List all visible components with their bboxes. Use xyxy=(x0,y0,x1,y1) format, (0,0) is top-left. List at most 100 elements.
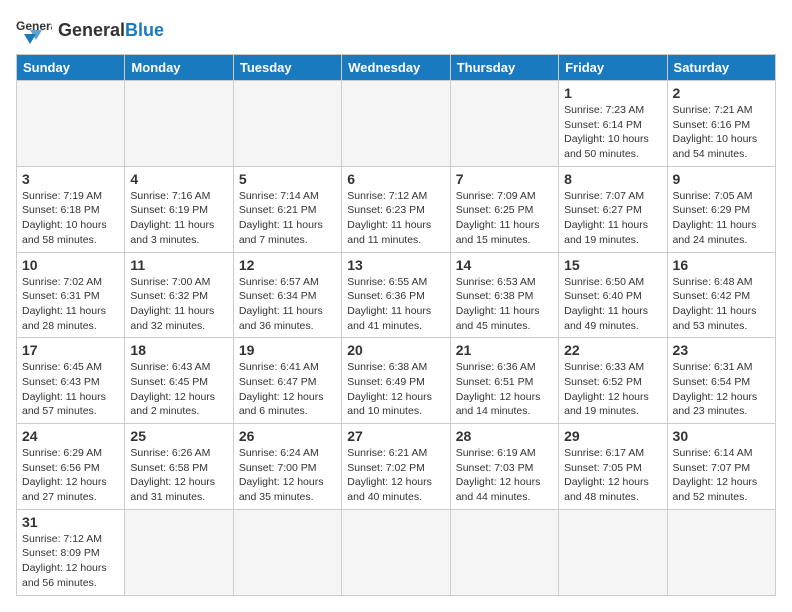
day-info: Sunrise: 7:07 AM Sunset: 6:27 PM Dayligh… xyxy=(564,189,661,248)
day-number: 7 xyxy=(456,171,553,187)
calendar-cell: 11 Sunrise: 7:00 AM Sunset: 6:32 PM Dayli… xyxy=(125,252,233,338)
calendar-cell xyxy=(342,81,450,167)
day-info: Sunrise: 6:57 AM Sunset: 6:34 PM Dayligh… xyxy=(239,275,336,334)
day-number: 30 xyxy=(673,428,770,444)
day-info: Sunrise: 6:33 AM Sunset: 6:52 PM Dayligh… xyxy=(564,360,661,419)
calendar-cell: 20Sunrise: 6:38 AM Sunset: 6:49 PM Dayli… xyxy=(342,338,450,424)
calendar-cell: 6 Sunrise: 7:12 AM Sunset: 6:23 PM Daylig… xyxy=(342,166,450,252)
calendar-table: SundayMondayTuesdayWednesdayThursdayFrid… xyxy=(16,54,776,596)
day-number: 13 xyxy=(347,257,444,273)
calendar-week-row: 24Sunrise: 6:29 AM Sunset: 6:56 PM Dayli… xyxy=(17,424,776,510)
day-number: 6 xyxy=(347,171,444,187)
day-number: 28 xyxy=(456,428,553,444)
calendar-header-row: SundayMondayTuesdayWednesdayThursdayFrid… xyxy=(17,55,776,81)
calendar-cell: 3 Sunrise: 7:19 AM Sunset: 6:18 PM Daylig… xyxy=(17,166,125,252)
day-info: Sunrise: 6:55 AM Sunset: 6:36 PM Dayligh… xyxy=(347,275,444,334)
calendar-cell: 17Sunrise: 6:45 AM Sunset: 6:43 PM Dayli… xyxy=(17,338,125,424)
calendar-week-row: 17Sunrise: 6:45 AM Sunset: 6:43 PM Dayli… xyxy=(17,338,776,424)
calendar-cell: 28 Sunrise: 6:19 AM Sunset: 7:03 PM Dayli… xyxy=(450,424,558,510)
day-info: Sunrise: 7:12 AM Sunset: 6:23 PM Dayligh… xyxy=(347,189,444,248)
day-number: 21 xyxy=(456,342,553,358)
logo-icon: General xyxy=(16,16,52,44)
day-info: Sunrise: 7:09 AM Sunset: 6:25 PM Dayligh… xyxy=(456,189,553,248)
calendar-cell xyxy=(450,81,558,167)
calendar-cell xyxy=(233,509,341,595)
calendar-cell: 13 Sunrise: 6:55 AM Sunset: 6:36 PM Dayli… xyxy=(342,252,450,338)
calendar-cell: 31 Sunrise: 7:12 AM Sunset: 8:09 PM Dayli… xyxy=(17,509,125,595)
column-header-tuesday: Tuesday xyxy=(233,55,341,81)
day-info: Sunrise: 6:53 AM Sunset: 6:38 PM Dayligh… xyxy=(456,275,553,334)
day-number: 31 xyxy=(22,514,119,530)
column-header-saturday: Saturday xyxy=(667,55,775,81)
day-info: Sunrise: 7:12 AM Sunset: 8:09 PM Dayligh… xyxy=(22,532,119,591)
day-info: Sunrise: 6:50 AM Sunset: 6:40 PM Dayligh… xyxy=(564,275,661,334)
column-header-wednesday: Wednesday xyxy=(342,55,450,81)
calendar-week-row: 1 Sunrise: 7:23 AM Sunset: 6:14 PM Daylig… xyxy=(17,81,776,167)
day-info: Sunrise: 6:19 AM Sunset: 7:03 PM Dayligh… xyxy=(456,446,553,505)
day-info: Sunrise: 7:16 AM Sunset: 6:19 PM Dayligh… xyxy=(130,189,227,248)
calendar-cell: 5Sunrise: 7:14 AM Sunset: 6:21 PM Daylig… xyxy=(233,166,341,252)
day-number: 5 xyxy=(239,171,336,187)
day-number: 2 xyxy=(673,85,770,101)
calendar-cell: 4 Sunrise: 7:16 AM Sunset: 6:19 PM Daylig… xyxy=(125,166,233,252)
calendar-week-row: 3 Sunrise: 7:19 AM Sunset: 6:18 PM Daylig… xyxy=(17,166,776,252)
column-header-thursday: Thursday xyxy=(450,55,558,81)
day-number: 11 xyxy=(130,257,227,273)
day-number: 20 xyxy=(347,342,444,358)
day-info: Sunrise: 6:29 AM Sunset: 6:56 PM Dayligh… xyxy=(22,446,119,505)
day-number: 25 xyxy=(130,428,227,444)
day-info: Sunrise: 6:26 AM Sunset: 6:58 PM Dayligh… xyxy=(130,446,227,505)
day-number: 16 xyxy=(673,257,770,273)
calendar-cell: 29 Sunrise: 6:17 AM Sunset: 7:05 PM Dayli… xyxy=(559,424,667,510)
day-number: 29 xyxy=(564,428,661,444)
calendar-cell xyxy=(667,509,775,595)
day-info: Sunrise: 6:36 AM Sunset: 6:51 PM Dayligh… xyxy=(456,360,553,419)
calendar-cell: 2Sunrise: 7:21 AM Sunset: 6:16 PM Daylig… xyxy=(667,81,775,167)
calendar-cell: 16 Sunrise: 6:48 AM Sunset: 6:42 PM Dayli… xyxy=(667,252,775,338)
day-info: Sunrise: 6:31 AM Sunset: 6:54 PM Dayligh… xyxy=(673,360,770,419)
calendar-cell: 9 Sunrise: 7:05 AM Sunset: 6:29 PM Daylig… xyxy=(667,166,775,252)
calendar-cell: 8 Sunrise: 7:07 AM Sunset: 6:27 PM Daylig… xyxy=(559,166,667,252)
calendar-cell xyxy=(342,509,450,595)
calendar-cell xyxy=(559,509,667,595)
day-number: 19 xyxy=(239,342,336,358)
day-number: 9 xyxy=(673,171,770,187)
calendar-week-row: 10Sunrise: 7:02 AM Sunset: 6:31 PM Dayli… xyxy=(17,252,776,338)
day-number: 14 xyxy=(456,257,553,273)
calendar-cell xyxy=(17,81,125,167)
day-info: Sunrise: 7:23 AM Sunset: 6:14 PM Dayligh… xyxy=(564,103,661,162)
calendar-cell: 30Sunrise: 6:14 AM Sunset: 7:07 PM Dayli… xyxy=(667,424,775,510)
calendar-cell: 19Sunrise: 6:41 AM Sunset: 6:47 PM Dayli… xyxy=(233,338,341,424)
day-number: 8 xyxy=(564,171,661,187)
day-number: 3 xyxy=(22,171,119,187)
calendar-cell: 18 Sunrise: 6:43 AM Sunset: 6:45 PM Dayli… xyxy=(125,338,233,424)
calendar-week-row: 31 Sunrise: 7:12 AM Sunset: 8:09 PM Dayli… xyxy=(17,509,776,595)
column-header-sunday: Sunday xyxy=(17,55,125,81)
day-info: Sunrise: 6:43 AM Sunset: 6:45 PM Dayligh… xyxy=(130,360,227,419)
calendar-cell: 12 Sunrise: 6:57 AM Sunset: 6:34 PM Dayli… xyxy=(233,252,341,338)
logo: General GeneralBlue xyxy=(16,16,164,44)
calendar-cell: 24Sunrise: 6:29 AM Sunset: 6:56 PM Dayli… xyxy=(17,424,125,510)
day-info: Sunrise: 7:00 AM Sunset: 6:32 PM Dayligh… xyxy=(130,275,227,334)
calendar-cell: 23Sunrise: 6:31 AM Sunset: 6:54 PM Dayli… xyxy=(667,338,775,424)
calendar-cell: 22 Sunrise: 6:33 AM Sunset: 6:52 PM Dayli… xyxy=(559,338,667,424)
day-number: 4 xyxy=(130,171,227,187)
calendar-cell: 27Sunrise: 6:21 AM Sunset: 7:02 PM Dayli… xyxy=(342,424,450,510)
day-number: 22 xyxy=(564,342,661,358)
calendar-cell xyxy=(125,81,233,167)
day-info: Sunrise: 6:17 AM Sunset: 7:05 PM Dayligh… xyxy=(564,446,661,505)
calendar-cell: 14 Sunrise: 6:53 AM Sunset: 6:38 PM Dayli… xyxy=(450,252,558,338)
day-info: Sunrise: 7:19 AM Sunset: 6:18 PM Dayligh… xyxy=(22,189,119,248)
calendar-cell: 7 Sunrise: 7:09 AM Sunset: 6:25 PM Daylig… xyxy=(450,166,558,252)
calendar-cell xyxy=(233,81,341,167)
day-number: 1 xyxy=(564,85,661,101)
calendar-cell: 26Sunrise: 6:24 AM Sunset: 7:00 PM Dayli… xyxy=(233,424,341,510)
day-info: Sunrise: 7:05 AM Sunset: 6:29 PM Dayligh… xyxy=(673,189,770,248)
calendar-cell xyxy=(125,509,233,595)
day-number: 12 xyxy=(239,257,336,273)
calendar-cell: 1 Sunrise: 7:23 AM Sunset: 6:14 PM Daylig… xyxy=(559,81,667,167)
day-number: 18 xyxy=(130,342,227,358)
calendar-cell: 10Sunrise: 7:02 AM Sunset: 6:31 PM Dayli… xyxy=(17,252,125,338)
column-header-monday: Monday xyxy=(125,55,233,81)
day-info: Sunrise: 6:48 AM Sunset: 6:42 PM Dayligh… xyxy=(673,275,770,334)
